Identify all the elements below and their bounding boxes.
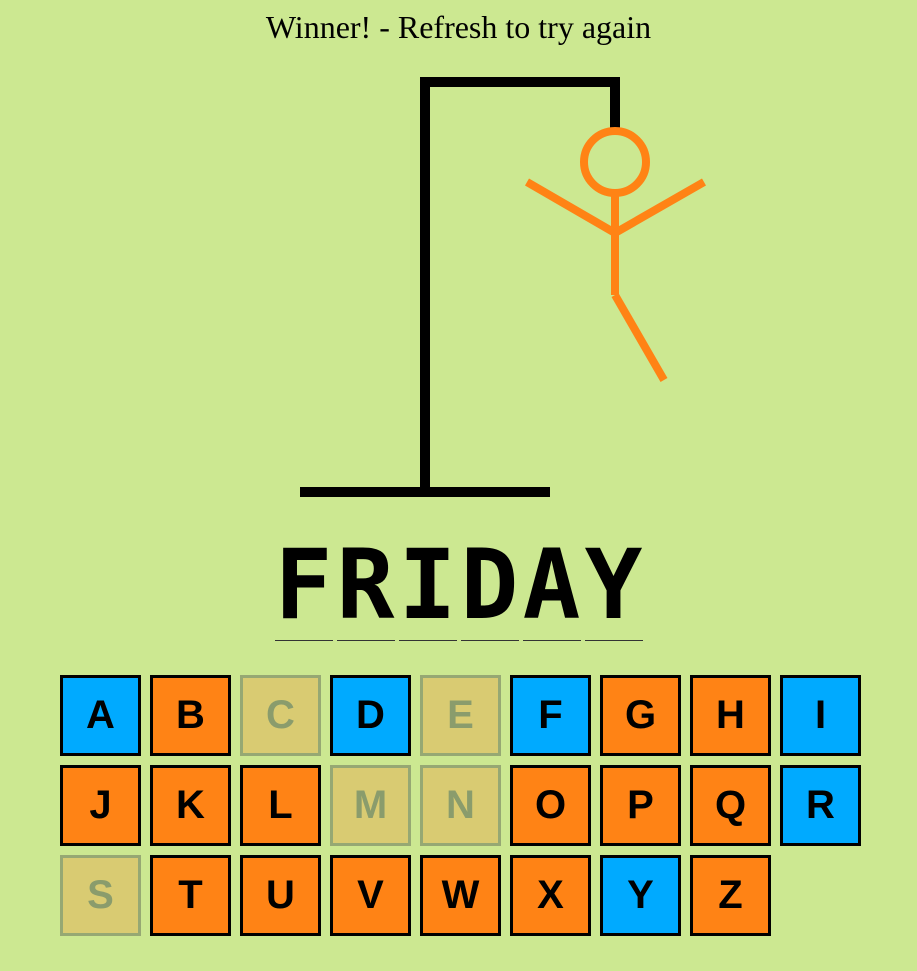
hangman-drawing xyxy=(300,77,706,497)
letter-key-w[interactable]: W xyxy=(420,855,501,936)
letter-key-f[interactable]: F xyxy=(510,675,591,756)
figure-head xyxy=(580,127,650,197)
letter-key-o[interactable]: O xyxy=(510,765,591,846)
letter-key-k[interactable]: K xyxy=(150,765,231,846)
word-letter: A xyxy=(522,529,581,641)
letter-key-n[interactable]: N xyxy=(420,765,501,846)
letter-key-a[interactable]: A xyxy=(60,675,141,756)
letter-key-y[interactable]: Y xyxy=(600,855,681,936)
letter-key-b[interactable]: B xyxy=(150,675,231,756)
word-letter: D xyxy=(460,529,519,641)
word-letter: R xyxy=(336,529,395,641)
letter-key-s[interactable]: S xyxy=(60,855,141,936)
letter-key-i[interactable]: I xyxy=(780,675,861,756)
letter-key-v[interactable]: V xyxy=(330,855,411,936)
letter-key-q[interactable]: Q xyxy=(690,765,771,846)
letter-key-d[interactable]: D xyxy=(330,675,411,756)
letter-key-m[interactable]: M xyxy=(330,765,411,846)
letter-key-u[interactable]: U xyxy=(240,855,321,936)
figure-right-leg xyxy=(611,293,668,382)
letter-key-r[interactable]: R xyxy=(780,765,861,846)
letter-key-g[interactable]: G xyxy=(600,675,681,756)
letter-key-l[interactable]: L xyxy=(240,765,321,846)
letter-key-h[interactable]: H xyxy=(690,675,771,756)
word-letter: I xyxy=(398,529,457,641)
letter-key-j[interactable]: J xyxy=(60,765,141,846)
letter-keyboard: A B C D E F G H I J K L M N O P Q R S T … xyxy=(60,675,870,936)
letter-key-c[interactable]: C xyxy=(240,675,321,756)
word-letter: F xyxy=(274,529,333,641)
letter-key-z[interactable]: Z xyxy=(690,855,771,936)
hangman-figure xyxy=(524,127,706,382)
letter-key-x[interactable]: X xyxy=(510,855,591,936)
letter-key-p[interactable]: P xyxy=(600,765,681,846)
gallows xyxy=(300,77,620,497)
word-letter: Y xyxy=(584,529,643,641)
letter-key-t[interactable]: T xyxy=(150,855,231,936)
letter-key-e[interactable]: E xyxy=(420,675,501,756)
word-display: F R I D A Y xyxy=(0,530,917,641)
